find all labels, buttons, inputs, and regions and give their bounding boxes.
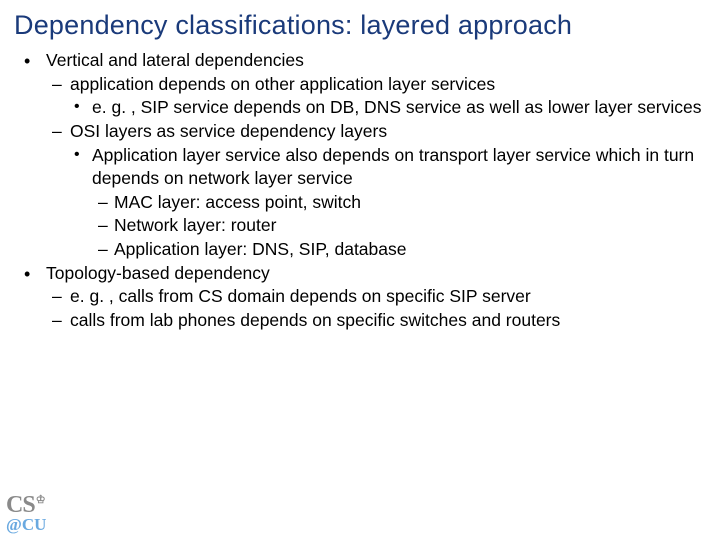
logo-cu: @CU — [6, 517, 54, 532]
slide-content: Vertical and lateral dependencies applic… — [0, 49, 720, 333]
bullet-text: Application layer service also depends o… — [92, 145, 694, 189]
list-item: Topology-based dependency e. g. , calls … — [18, 262, 702, 333]
list-item: MAC layer: access point, switch — [92, 191, 702, 215]
list-item: e. g. , SIP service depends on DB, DNS s… — [70, 96, 702, 120]
bullet-text: Vertical and lateral dependencies — [46, 50, 304, 70]
bullet-text: e. g. , calls from CS domain depends on … — [70, 286, 531, 306]
list-item: e. g. , calls from CS domain depends on … — [46, 285, 702, 309]
list-item: Application layer service also depends o… — [70, 144, 702, 262]
list-item: OSI layers as service dependency layers … — [46, 120, 702, 262]
bullet-text: Topology-based dependency — [46, 263, 270, 283]
bullet-text: MAC layer: access point, switch — [114, 192, 361, 212]
logo-cs: CS♔ — [6, 495, 54, 517]
bullet-text: OSI layers as service dependency layers — [70, 121, 387, 141]
bullet-text: e. g. , SIP service depends on DB, DNS s… — [92, 97, 702, 117]
bullet-text: Network layer: router — [114, 215, 276, 235]
bullet-text: calls from lab phones depends on specifi… — [70, 310, 560, 330]
logo-cs-text: CS — [6, 495, 35, 517]
crown-icon: ♔ — [36, 496, 45, 506]
list-item: application depends on other application… — [46, 73, 702, 120]
list-item: calls from lab phones depends on specifi… — [46, 309, 702, 333]
bullet-text: Application layer: DNS, SIP, database — [114, 239, 406, 259]
logo: CS♔ @CU — [6, 495, 54, 532]
list-item: Vertical and lateral dependencies applic… — [18, 49, 702, 262]
slide-title: Dependency classifications: layered appr… — [0, 0, 720, 49]
list-item: Application layer: DNS, SIP, database — [92, 238, 702, 262]
list-item: Network layer: router — [92, 214, 702, 238]
bullet-text: application depends on other application… — [70, 74, 495, 94]
